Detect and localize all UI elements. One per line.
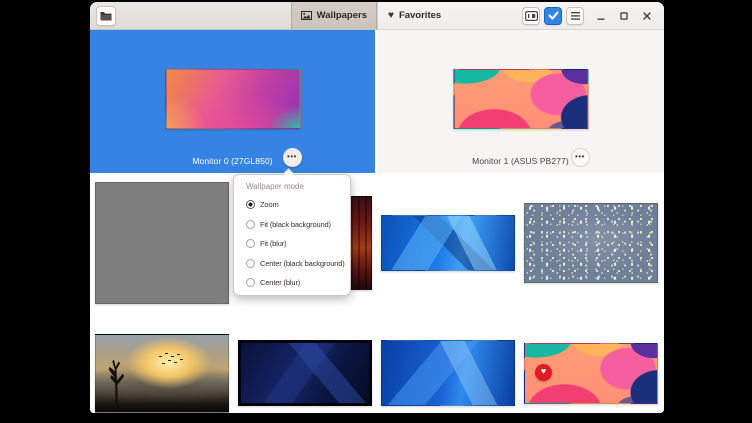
monitor-1-label: Monitor 1 (ASUS PB277)	[377, 156, 664, 166]
check-icon	[548, 11, 559, 20]
radio-icon	[246, 259, 255, 268]
close-button[interactable]	[639, 8, 655, 24]
monitor-1-wallpaper-mode-button[interactable]: •••	[571, 148, 590, 167]
wallpaper-thumbnail-solid-gray[interactable]	[95, 182, 229, 304]
wallpaper-mode-options: Zoom Fit (black background) Fit (blur) Cent…	[234, 195, 350, 293]
wallpaper-thumbnail-snowy-aerial[interactable]	[524, 203, 658, 283]
wallpaper-thumbnail-sunset-tree[interactable]	[95, 334, 229, 413]
heart-icon: ♥	[388, 11, 394, 21]
tab-favorites[interactable]: ♥ Favorites	[378, 2, 451, 30]
monitor-pane-1[interactable]: Monitor 1 (ASUS PB277) •••	[377, 30, 664, 173]
folder-open-icon	[100, 11, 112, 21]
ellipsis-icon: •••	[287, 153, 297, 161]
tab-label: Favorites	[399, 10, 441, 21]
minimize-button[interactable]	[593, 8, 609, 24]
option-label: Fit (black background)	[260, 220, 331, 229]
radio-selected-icon	[246, 200, 255, 209]
popover-title: Wallpaper mode	[234, 182, 350, 191]
tab-wallpapers[interactable]: Wallpapers	[291, 2, 377, 30]
headerbar-right-segment: ♥ Favorites	[377, 2, 664, 30]
monitor-panes: Monitor 0 (27GL850) ••• Monitor 1 (ASUS …	[90, 30, 664, 173]
dual-monitor-icon	[525, 11, 538, 21]
wallpaper-grid-row-1	[95, 180, 659, 306]
main-menu-button[interactable]	[566, 7, 584, 25]
option-label: Center (blur)	[260, 278, 300, 287]
ellipsis-icon: •••	[575, 153, 585, 161]
wallpaper-grid: ♥	[90, 173, 664, 413]
heart-icon: ♥	[541, 367, 546, 376]
wallpaper-grid-row-2: ♥	[95, 332, 659, 413]
app-window: Wallpapers ♥ Favorites	[90, 2, 664, 413]
monitor-pane-0[interactable]: Monitor 0 (27GL850) •••	[90, 30, 375, 173]
window-controls	[593, 8, 655, 24]
wallpaper-mode-option[interactable]: Center (blur)	[234, 273, 350, 293]
wallpaper-mode-option[interactable]: Zoom	[234, 195, 350, 215]
radio-icon	[246, 220, 255, 229]
per-monitor-wallpaper-toggle-button[interactable]	[522, 7, 540, 25]
monitor-1-wallpaper-preview	[453, 69, 588, 129]
open-folder-button[interactable]	[96, 6, 116, 26]
maximize-button[interactable]	[616, 8, 632, 24]
wallpaper-thumbnail-blue-geo-light[interactable]	[381, 215, 515, 271]
header-actions	[522, 7, 584, 25]
option-label: Fit (blur)	[260, 239, 286, 248]
headerbar-left-segment: Wallpapers	[90, 2, 377, 30]
wallpaper-thumbnail-navy-geo[interactable]	[238, 340, 372, 406]
tab-label: Wallpapers	[317, 10, 367, 21]
headerbar: Wallpapers ♥ Favorites	[90, 2, 664, 30]
monitor-0-wallpaper-mode-button[interactable]: •••	[283, 148, 302, 167]
option-label: Zoom	[260, 200, 279, 209]
wallpaper-mode-option[interactable]: Fit (blur)	[234, 234, 350, 254]
radio-icon	[246, 278, 255, 287]
screen: Wallpapers ♥ Favorites	[0, 0, 752, 423]
wallpaper-thumbnail-flow-abstract[interactable]: ♥	[524, 343, 658, 404]
wallpaper-mode-option[interactable]: Fit (black background)	[234, 215, 350, 235]
favorite-badge: ♥	[535, 364, 552, 381]
radio-icon	[246, 239, 255, 248]
hamburger-menu-icon	[571, 12, 580, 20]
apply-wallpapers-button[interactable]	[544, 7, 562, 25]
image-icon	[301, 11, 312, 20]
option-label: Center (black background)	[260, 259, 345, 268]
close-icon	[642, 11, 652, 21]
maximize-icon	[619, 11, 629, 21]
minimize-icon	[596, 11, 606, 21]
monitor-0-wallpaper-preview	[165, 69, 300, 129]
wallpaper-mode-option[interactable]: Center (black background)	[234, 254, 350, 274]
wallpaper-mode-popover: Wallpaper mode Zoom Fit (black background…	[233, 174, 351, 296]
monitor-0-label: Monitor 0 (27GL850)	[90, 156, 375, 166]
wallpaper-thumbnail-blue-geo-deep[interactable]	[381, 340, 515, 406]
